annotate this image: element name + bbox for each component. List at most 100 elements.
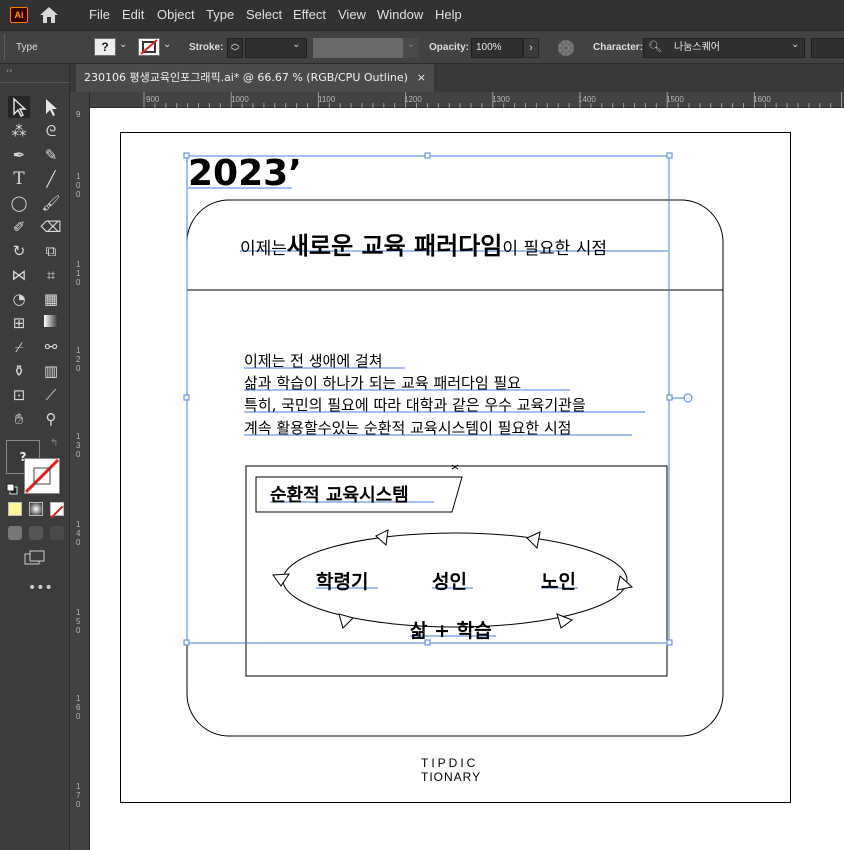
rotate-tool-icon[interactable]: ↻: [8, 240, 30, 262]
menu-view[interactable]: View: [338, 7, 366, 22]
horizontal-ruler: 900 1000 1100 1200 1300 1400 1500 1600: [90, 92, 844, 108]
blend-tool-icon[interactable]: ⚯: [40, 336, 62, 358]
paintbrush-tool-icon[interactable]: 🖌︎: [40, 192, 62, 214]
headline-emphasis: 새로운 교육 패러다임: [286, 232, 503, 260]
font-style-field[interactable]: [811, 38, 844, 58]
document-tab-title: 230106 평생교육인포그래픽.ai* @ 66.67 % (RGB/CPU …: [84, 71, 408, 84]
lasso-tool-icon[interactable]: ᘓ: [40, 120, 62, 142]
free-transform-tool-icon[interactable]: ⌗: [40, 264, 62, 286]
scale-tool-icon[interactable]: ⧉: [40, 240, 62, 262]
chevron-down-icon[interactable]: ⌄: [403, 38, 419, 58]
ruler-ticks: [143, 92, 843, 108]
selection-type-label: Type: [16, 42, 38, 53]
slice-tool-icon[interactable]: ⟋: [40, 384, 62, 406]
fill-swatch[interactable]: ?: [94, 38, 116, 56]
font-family-field[interactable]: 나눔스퀘어: [643, 38, 805, 58]
body-line-1[interactable]: 이제는 전 생애에 걸쳐: [244, 350, 383, 371]
shaper-tool-icon[interactable]: ✐: [8, 216, 30, 238]
direct-selection-tool-icon[interactable]: [40, 96, 62, 118]
default-colors-icon[interactable]: [6, 480, 18, 495]
menu-effect[interactable]: Effect: [293, 7, 326, 22]
stroke-label: Stroke:: [189, 42, 224, 53]
stroke-swatch[interactable]: [138, 38, 160, 56]
color-mode-icon[interactable]: [8, 502, 22, 516]
chevron-down-icon[interactable]: ⌄: [791, 39, 799, 50]
stroke-color-box[interactable]: [24, 458, 60, 494]
ellipse-tool-icon[interactable]: ◯: [8, 192, 30, 214]
search-icon[interactable]: 🔍︎: [648, 40, 662, 53]
recolor-artwork-icon[interactable]: [557, 39, 575, 57]
ruler-mark: 9: [76, 110, 81, 119]
symbol-sprayer-tool-icon[interactable]: ⚱: [8, 360, 30, 382]
column-graph-tool-icon[interactable]: ▥: [40, 360, 62, 382]
eraser-tool-icon[interactable]: ⌫: [40, 216, 62, 238]
ruler-mark: 1 1 0: [76, 260, 81, 287]
brand-logo-line1: TIPDIC: [421, 756, 479, 770]
ruler-mark: 1 0 0: [76, 172, 81, 199]
year-heading[interactable]: 2023’: [188, 153, 302, 194]
menu-help[interactable]: Help: [435, 7, 462, 22]
vertical-ruler: 9 1 0 0 1 1 0 1 2 0 1 3 0 1 4 0 1 5 0 1 …: [70, 92, 90, 850]
document-tab-bar: 230106 평생교육인포그래픽.ai* @ 66.67 % (RGB/CPU …: [0, 64, 844, 92]
menu-edit[interactable]: Edit: [122, 7, 144, 22]
draw-normal-icon[interactable]: [8, 526, 22, 540]
stage-school-age[interactable]: 학령기: [316, 567, 368, 594]
stroke-stepper[interactable]: ︿ ﹀: [227, 38, 243, 58]
perspective-grid-tool-icon[interactable]: ▦: [40, 288, 62, 310]
swap-fill-stroke-icon[interactable]: ↰: [50, 438, 58, 449]
chevron-down-icon[interactable]: ⌄: [119, 39, 127, 50]
magic-wand-tool-icon[interactable]: ⁂: [8, 120, 30, 142]
gradient-tool-icon[interactable]: [40, 312, 62, 334]
headline[interactable]: 이제는새로운 교육 패러다임이 필요한 시점: [240, 226, 607, 261]
body-line-2[interactable]: 삶과 학습이 하나가 되는 교육 패러다임 필요: [244, 372, 521, 393]
more-tools-icon[interactable]: •••: [28, 580, 53, 596]
shape-builder-tool-icon[interactable]: ◔: [8, 288, 30, 310]
gradient-mode-icon[interactable]: [29, 502, 43, 516]
type-tool-icon[interactable]: T: [8, 168, 30, 190]
opacity-label: Opacity:: [429, 42, 470, 53]
stage-senior[interactable]: 노인: [541, 567, 576, 594]
screen-mode-icon[interactable]: [24, 550, 46, 566]
ruler-mark: 1 2 0: [76, 346, 81, 373]
variable-width-profile[interactable]: [313, 38, 403, 58]
menu-file[interactable]: File: [89, 7, 110, 22]
artboard-tool-icon[interactable]: ⊡: [8, 384, 30, 406]
collapse-icon[interactable]: ‹‹: [6, 66, 12, 75]
menu-type[interactable]: Type: [206, 7, 234, 22]
menu-bar: Ai File Edit Object Type Select Effect V…: [0, 0, 844, 30]
menu-select[interactable]: Select: [246, 7, 282, 22]
hand-tool-icon[interactable]: ✋︎: [8, 408, 30, 430]
draw-behind-icon[interactable]: [29, 526, 43, 540]
selection-tool-icon[interactable]: [8, 96, 30, 118]
line-tool-icon[interactable]: ╱: [40, 168, 62, 190]
curvature-tool-icon[interactable]: ✎: [40, 144, 62, 166]
headline-part2: 이 필요한 시점: [502, 239, 608, 259]
menu-window[interactable]: Window: [377, 7, 423, 22]
body-line-4[interactable]: 계속 활용할수있는 순환적 교육시스템이 필요한 시점: [244, 417, 571, 438]
grip-handle[interactable]: [4, 35, 7, 59]
brand-logo-line2: TIONARY: [421, 770, 482, 784]
draw-inside-icon[interactable]: [50, 526, 64, 540]
menu-object[interactable]: Object: [157, 7, 195, 22]
opacity-field[interactable]: 100%: [471, 38, 523, 58]
control-bar: Type ? ⌄ ⌄ Stroke: ︿ ﹀ ⌄ ⌄ Opacity: 100% …: [0, 30, 844, 64]
chevron-down-icon[interactable]: ⌄: [292, 39, 300, 50]
mesh-tool-icon[interactable]: ⊞: [8, 312, 30, 334]
chevron-right-icon[interactable]: ›: [523, 38, 539, 58]
ruler-mark: 1 6 0: [76, 694, 81, 721]
system-title[interactable]: 순환적 교육시스템: [270, 481, 409, 507]
document-tab[interactable]: 230106 평생교육인포그래픽.ai* @ 66.67 % (RGB/CPU …: [76, 64, 434, 92]
cycle-label[interactable]: 삶 + 학습: [410, 616, 492, 643]
close-icon[interactable]: ×: [417, 64, 426, 92]
none-mode-icon[interactable]: [50, 502, 64, 519]
eyedropper-tool-icon[interactable]: ⌿: [8, 336, 30, 358]
panel-grip[interactable]: [0, 82, 70, 90]
zoom-tool-icon[interactable]: ⚲: [40, 408, 62, 430]
width-tool-icon[interactable]: ⋈: [8, 264, 30, 286]
ruler-mark: 1 5 0: [76, 608, 81, 635]
chevron-down-icon[interactable]: ⌄: [163, 39, 171, 50]
home-icon[interactable]: [38, 6, 60, 24]
pen-tool-icon[interactable]: ✒: [8, 144, 30, 166]
body-line-3[interactable]: 특히, 국민의 필요에 따라 대학과 같은 우수 교육기관을: [244, 394, 586, 415]
stage-adult[interactable]: 성인: [432, 567, 467, 594]
